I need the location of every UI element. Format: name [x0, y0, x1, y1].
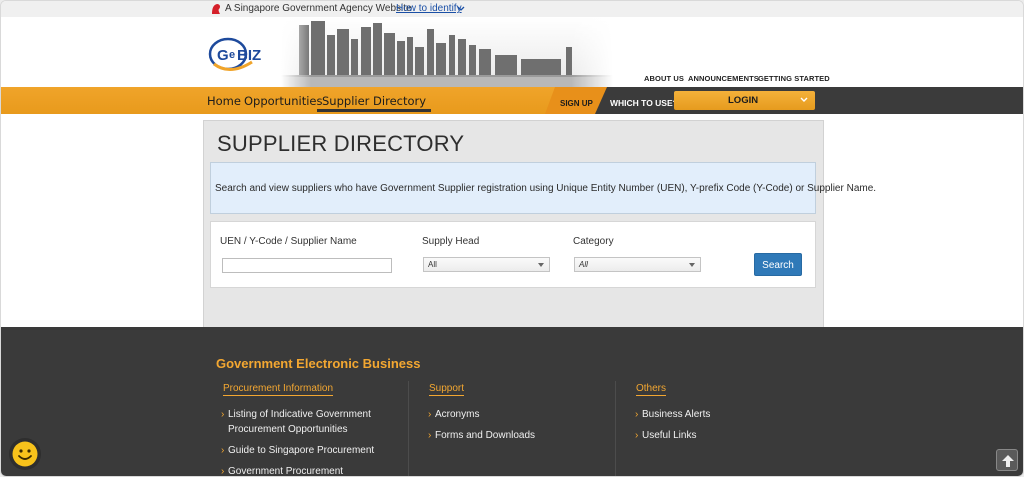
getting-started-link[interactable]: GETTING STARTED: [758, 74, 830, 83]
bullet-icon: ›: [635, 409, 639, 420]
footer-link-indicative-opportunities[interactable]: › Listing of Indicative Government Procu…: [221, 407, 371, 437]
footer-link-text: Business Alerts: [642, 409, 711, 420]
which-to-use-link[interactable]: WHICH TO USE?: [610, 98, 678, 108]
nav-opportunities[interactable]: Opportunities: [244, 94, 322, 108]
svg-text:G: G: [217, 47, 229, 64]
dropdown-arrow-icon: [538, 263, 544, 267]
footer-link-text: Useful Links: [642, 430, 697, 441]
about-us-link[interactable]: ABOUT US: [644, 74, 684, 83]
gov-agency-bar: A Singapore Government Agency Website Ho…: [1, 1, 1023, 17]
nav-supplier-directory[interactable]: Supplier Directory: [317, 94, 432, 112]
footer-link-forms[interactable]: › Forms and Downloads: [428, 428, 536, 443]
login-label: LOGIN: [728, 95, 759, 106]
supply-head-value: All: [428, 260, 437, 269]
uen-search-input[interactable]: [222, 258, 392, 273]
footer-link-text: Acronyms: [435, 409, 480, 420]
search-form: [210, 221, 816, 288]
signup-link[interactable]: SIGN UP: [560, 99, 593, 108]
singapore-skyline-image: [281, 17, 613, 87]
uen-label: UEN / Y-Code / Supplier Name: [220, 236, 357, 247]
back-to-top-button[interactable]: [996, 449, 1018, 471]
browser-page: A Singapore Government Agency Website Ho…: [0, 0, 1024, 477]
footer-divider: [408, 381, 409, 476]
category-value: All: [579, 260, 588, 269]
footer-heading-support: Support: [429, 383, 465, 396]
footer-title: Government Electronic Business: [216, 356, 421, 371]
site-footer: [1, 327, 1023, 476]
feedback-smiley-icon[interactable]: [8, 437, 42, 471]
login-dropdown[interactable]: LOGIN: [674, 91, 815, 110]
footer-link-useful-links[interactable]: › Useful Links: [635, 428, 697, 443]
supply-head-select[interactable]: All: [423, 257, 550, 272]
gebiz-logo[interactable]: G e BIZ: [208, 32, 272, 74]
nav-home[interactable]: Home: [207, 94, 241, 108]
chevron-down-icon: [800, 97, 808, 102]
site-header: G e BIZ ABOUT US ANNOUNCEMENTS GETTING S…: [1, 17, 1023, 87]
bullet-icon: ›: [428, 409, 432, 420]
svg-text:e: e: [229, 49, 235, 61]
category-select[interactable]: All: [574, 257, 701, 272]
footer-heading-others: Others: [636, 383, 667, 396]
footer-link-text: Guide to Singapore Procurement: [228, 445, 375, 456]
footer-link-business-alerts[interactable]: › Business Alerts: [635, 407, 711, 422]
chevron-down-icon[interactable]: [457, 5, 465, 13]
how-to-identify-link[interactable]: How to identify: [396, 3, 462, 14]
arrow-up-icon: [1002, 455, 1014, 467]
page-title: SUPPLIER DIRECTORY: [217, 131, 465, 156]
footer-link-text: Government Procurement: [228, 466, 344, 477]
footer-divider: [615, 381, 616, 476]
bullet-icon: ›: [221, 409, 225, 420]
category-label: Category: [573, 236, 614, 247]
supply-head-label: Supply Head: [422, 236, 480, 247]
footer-link-text: Forms and Downloads: [435, 430, 536, 441]
footer-link-guide[interactable]: › Guide to Singapore Procurement: [221, 443, 375, 458]
footer-link-gov-procurement[interactable]: › Government Procurement: [221, 464, 344, 477]
singapore-lion-icon: [212, 4, 221, 14]
footer-heading-procurement: Procurement Information: [223, 383, 334, 396]
bullet-icon: ›: [221, 466, 225, 477]
info-text: Search and view suppliers who have Gover…: [215, 183, 877, 194]
footer-link-text: Listing of Indicative Government: [228, 409, 371, 420]
bullet-icon: ›: [635, 430, 639, 441]
info-box: Search and view suppliers who have Gover…: [210, 162, 876, 214]
dropdown-arrow-icon: [689, 263, 695, 267]
announcements-link[interactable]: ANNOUNCEMENTS: [688, 74, 759, 83]
search-button[interactable]: Search: [754, 253, 802, 276]
footer-link-text: Procurement Opportunities: [228, 424, 348, 435]
bullet-icon: ›: [428, 430, 432, 441]
gov-agency-text: A Singapore Government Agency Website: [225, 3, 412, 14]
svg-text:BIZ: BIZ: [237, 47, 261, 64]
footer-link-acronyms[interactable]: › Acronyms: [428, 407, 480, 422]
bullet-icon: ›: [221, 445, 225, 456]
